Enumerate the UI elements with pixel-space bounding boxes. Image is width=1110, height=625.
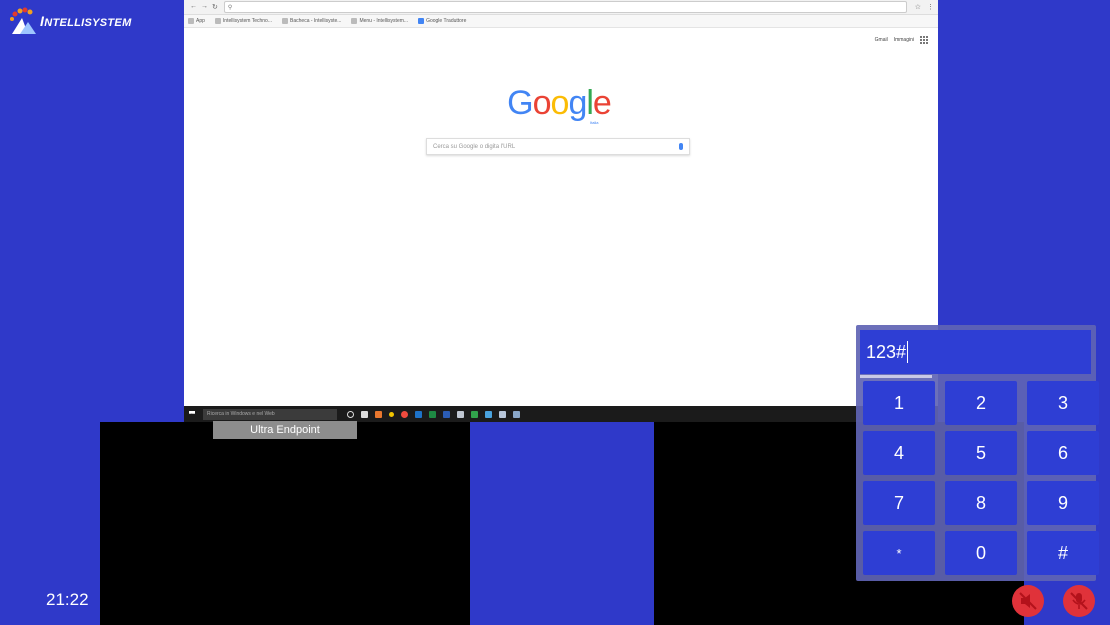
browser-toolbar: ← → ↻ ⚲ ☆ ⋮ xyxy=(184,0,938,15)
endpoint-label: Ultra Endpoint xyxy=(213,421,357,439)
google-top-links: Gmail Immagini xyxy=(875,36,928,44)
page-icon xyxy=(351,18,358,24)
bookmark-bacheca[interactable]: Bacheca - Intellisyste... xyxy=(282,18,341,24)
key-6[interactable]: 6 xyxy=(1027,431,1099,475)
taskbar-search[interactable]: Ricerca in Windows e nel Web xyxy=(203,408,337,420)
key-7[interactable]: 7 xyxy=(863,481,935,525)
windows-start-icon[interactable] xyxy=(189,411,195,414)
microphone-mute-button[interactable] xyxy=(1063,585,1095,617)
app-icon[interactable] xyxy=(485,410,492,418)
voice-search-icon[interactable] xyxy=(679,143,683,150)
taskbar-search-text: Ricerca in Windows e nel Web xyxy=(207,411,275,417)
gmail-link[interactable]: Gmail xyxy=(875,37,888,43)
word-icon[interactable] xyxy=(443,410,450,418)
search-icon: ⚲ xyxy=(227,4,233,11)
key-2[interactable]: 2 xyxy=(945,381,1017,425)
bookmark-icon xyxy=(214,18,221,24)
video-tile-center xyxy=(470,422,654,625)
intellisystem-logo: INTELLISYSTEM xyxy=(8,4,132,38)
back-icon[interactable]: ← xyxy=(190,3,197,11)
forward-icon[interactable]: → xyxy=(201,3,208,11)
key-star[interactable]: * xyxy=(863,531,935,575)
search-placeholder: Cerca su Google o digita l'URL xyxy=(433,143,516,150)
google-region: Italia xyxy=(590,120,599,125)
shared-screen: ← → ↻ ⚲ ☆ ⋮ App Intellisystem Techno... … xyxy=(184,0,938,422)
input-underline xyxy=(860,375,932,378)
dial-input[interactable]: 123# xyxy=(860,330,1091,374)
clock: 21:22 xyxy=(46,590,89,609)
bookmarks-bar: App Intellisystem Techno... Bacheca - In… xyxy=(184,15,938,28)
outlook-icon[interactable] xyxy=(415,410,422,418)
bookmark-intellisystem[interactable]: Intellisystem Techno... xyxy=(214,18,272,24)
google-search-box[interactable]: Cerca su Google o digita l'URL xyxy=(426,138,690,155)
key-4[interactable]: 4 xyxy=(863,431,935,475)
microphone-muted-icon xyxy=(1070,592,1088,610)
excel-icon[interactable] xyxy=(429,410,436,418)
star-icon[interactable]: ☆ xyxy=(915,3,921,11)
key-hash[interactable]: # xyxy=(1027,531,1099,575)
logo-text: INTELLISYSTEM xyxy=(40,13,132,29)
images-link[interactable]: Immagini xyxy=(894,37,914,43)
apps-icon xyxy=(188,18,194,24)
bookmark-menu[interactable]: Menu - Intellisystem... xyxy=(351,18,408,24)
app-icon[interactable] xyxy=(471,410,478,418)
apps-grid-icon[interactable] xyxy=(920,36,928,44)
dtmf-keypad: 123# 1 2 3 4 5 6 7 8 9 * 0 # xyxy=(856,325,1099,581)
logo-mark-icon xyxy=(8,6,38,36)
reload-icon[interactable]: ↻ xyxy=(212,3,218,11)
app-icon[interactable] xyxy=(389,411,394,417)
key-5[interactable]: 5 xyxy=(945,431,1017,475)
key-1[interactable]: 1 xyxy=(863,381,935,425)
windows-taskbar: Ricerca in Windows e nel Web xyxy=(184,406,938,422)
key-9[interactable]: 9 xyxy=(1027,481,1099,525)
page-icon xyxy=(282,18,289,24)
speaker-mute-button[interactable] xyxy=(1012,585,1044,617)
address-bar[interactable]: ⚲ xyxy=(223,1,907,13)
key-3[interactable]: 3 xyxy=(1027,381,1099,425)
key-8[interactable]: 8 xyxy=(945,481,1017,525)
speaker-muted-icon xyxy=(1019,592,1037,610)
logo-rest: NTELLISYSTEM xyxy=(44,17,132,29)
bookmark-translate[interactable]: Google Traduttore xyxy=(418,18,466,24)
app-icon[interactable] xyxy=(375,410,382,418)
bookmark-apps[interactable]: App xyxy=(188,18,205,24)
video-tile-left xyxy=(100,422,470,625)
app-icon[interactable] xyxy=(457,410,464,418)
key-0[interactable]: 0 xyxy=(945,531,1017,575)
dial-value: 123# xyxy=(866,341,907,362)
app-icon[interactable] xyxy=(499,410,506,418)
task-view-icon[interactable] xyxy=(347,410,354,418)
chrome-icon[interactable] xyxy=(401,410,408,418)
app-icon[interactable] xyxy=(361,410,368,418)
translate-icon xyxy=(418,18,425,24)
app-icon[interactable] xyxy=(513,410,520,418)
google-logo: Google xyxy=(507,84,612,122)
menu-icon[interactable]: ⋮ xyxy=(927,3,934,11)
text-caret xyxy=(907,341,909,363)
